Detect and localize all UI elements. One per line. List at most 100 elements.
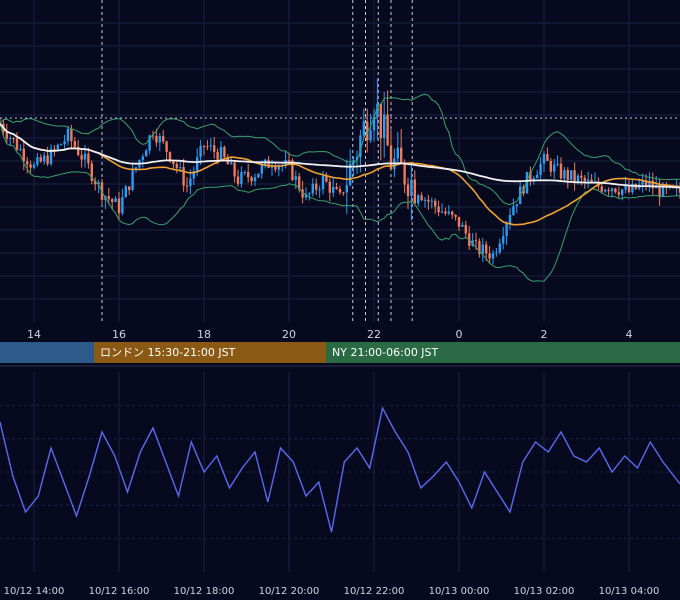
candle-up [430, 200, 433, 202]
candle-down [474, 240, 478, 242]
candle-down [22, 148, 25, 162]
price-x-tick-label: 22 [367, 328, 381, 341]
candle-up [243, 172, 246, 174]
session-bar-ny: NY 21:00-06:00 JST [326, 342, 680, 363]
candle-down [338, 189, 342, 193]
candle-down [172, 161, 175, 165]
candle-down [206, 146, 209, 148]
candle-down [53, 148, 56, 150]
candle-up [56, 144, 59, 150]
candle-up [515, 204, 518, 207]
oscillator-x-tick-label: 10/13 02:00 [514, 586, 575, 597]
candle-down [12, 138, 15, 140]
candle-up [63, 141, 66, 145]
candle-down [128, 186, 131, 190]
candle-down [315, 183, 318, 190]
candle-up [505, 223, 508, 237]
candle-up [158, 136, 161, 143]
candle-up [481, 244, 484, 254]
session-bar-tokyo [0, 342, 94, 363]
candle-down [236, 176, 240, 184]
candle-up [539, 163, 542, 175]
candle-down [406, 184, 410, 196]
candle-down [117, 198, 121, 214]
candle-down [80, 155, 83, 160]
candle-up [610, 188, 614, 192]
candle-down [607, 189, 610, 192]
candle-down [617, 192, 620, 195]
candle-down [420, 195, 423, 201]
candle-up [563, 170, 566, 179]
candle-down [627, 185, 631, 193]
candle-down [590, 179, 593, 182]
candle-down [488, 253, 491, 259]
candle-down [250, 177, 253, 182]
candle-down [26, 161, 29, 165]
candle-up [43, 155, 46, 162]
candle-up [270, 166, 274, 168]
candle-down [434, 200, 437, 207]
candle-down [155, 135, 158, 143]
candle-up [440, 211, 444, 213]
candle-up [536, 174, 539, 179]
oscillator-x-tick-label: 10/12 14:00 [4, 586, 65, 597]
candle-up [362, 121, 365, 136]
candle-down [185, 185, 189, 187]
candle-up [491, 253, 495, 259]
candle-up [447, 211, 450, 214]
candle-down [379, 103, 382, 139]
candle-down [342, 192, 345, 194]
candle-up [240, 172, 243, 184]
candle-down [223, 147, 226, 157]
price-chart[interactable]: 14 16 18 20 22 0 2 4 10/12 14:00 10/12 16:00 10/12… [0, 0, 680, 600]
candle-down [464, 224, 467, 234]
candle-down [583, 177, 586, 182]
candle-down [437, 206, 440, 213]
oscillator-x-tick-label: 10/12 22:00 [344, 586, 405, 597]
candle-down [403, 162, 406, 185]
candle-up [131, 170, 134, 190]
candle-up [621, 189, 624, 195]
candle-up [9, 138, 12, 140]
oscillator-x-tick-label: 10/13 00:00 [429, 586, 490, 597]
candle-down [325, 175, 328, 182]
candle-down [175, 164, 178, 169]
candle-up [576, 175, 580, 182]
candle-up [345, 185, 348, 193]
candle-up [83, 153, 87, 160]
candle-up [332, 186, 335, 193]
candle-up [60, 144, 63, 146]
candle-down [162, 136, 165, 142]
candle-down [328, 181, 331, 193]
candle-down [427, 199, 430, 202]
candle-down [111, 199, 114, 203]
oscillator-x-tick-label: 10/12 16:00 [89, 586, 150, 597]
candle-down [580, 175, 583, 178]
candle-up [199, 145, 202, 158]
price-x-tick-label: 4 [626, 328, 633, 341]
candle-up [66, 128, 70, 142]
candle-up [383, 114, 386, 139]
price-x-tick-label: 18 [197, 328, 211, 341]
candle-up [124, 186, 127, 198]
candle-up [417, 195, 420, 204]
candle-up [179, 167, 182, 169]
candle-down [549, 160, 552, 172]
candle-up [311, 183, 314, 194]
candle-down [87, 153, 90, 164]
candle-up [36, 157, 39, 165]
candle-up [396, 147, 399, 159]
candle-up [219, 147, 223, 160]
candle-up [542, 153, 546, 164]
candle-down [107, 196, 110, 200]
oscillator-x-tick-label: 10/13 04:00 [599, 586, 660, 597]
candle-down [451, 211, 454, 215]
candle-down [454, 214, 457, 217]
candle-up [141, 156, 144, 160]
candle-down [546, 153, 549, 161]
candle-up [196, 157, 199, 172]
candle-down [457, 216, 461, 227]
session-bar-london: ロンドン 15:30-21:00 JST [94, 342, 326, 363]
candle-down [182, 167, 185, 186]
price-x-tick-label: 16 [112, 328, 126, 341]
